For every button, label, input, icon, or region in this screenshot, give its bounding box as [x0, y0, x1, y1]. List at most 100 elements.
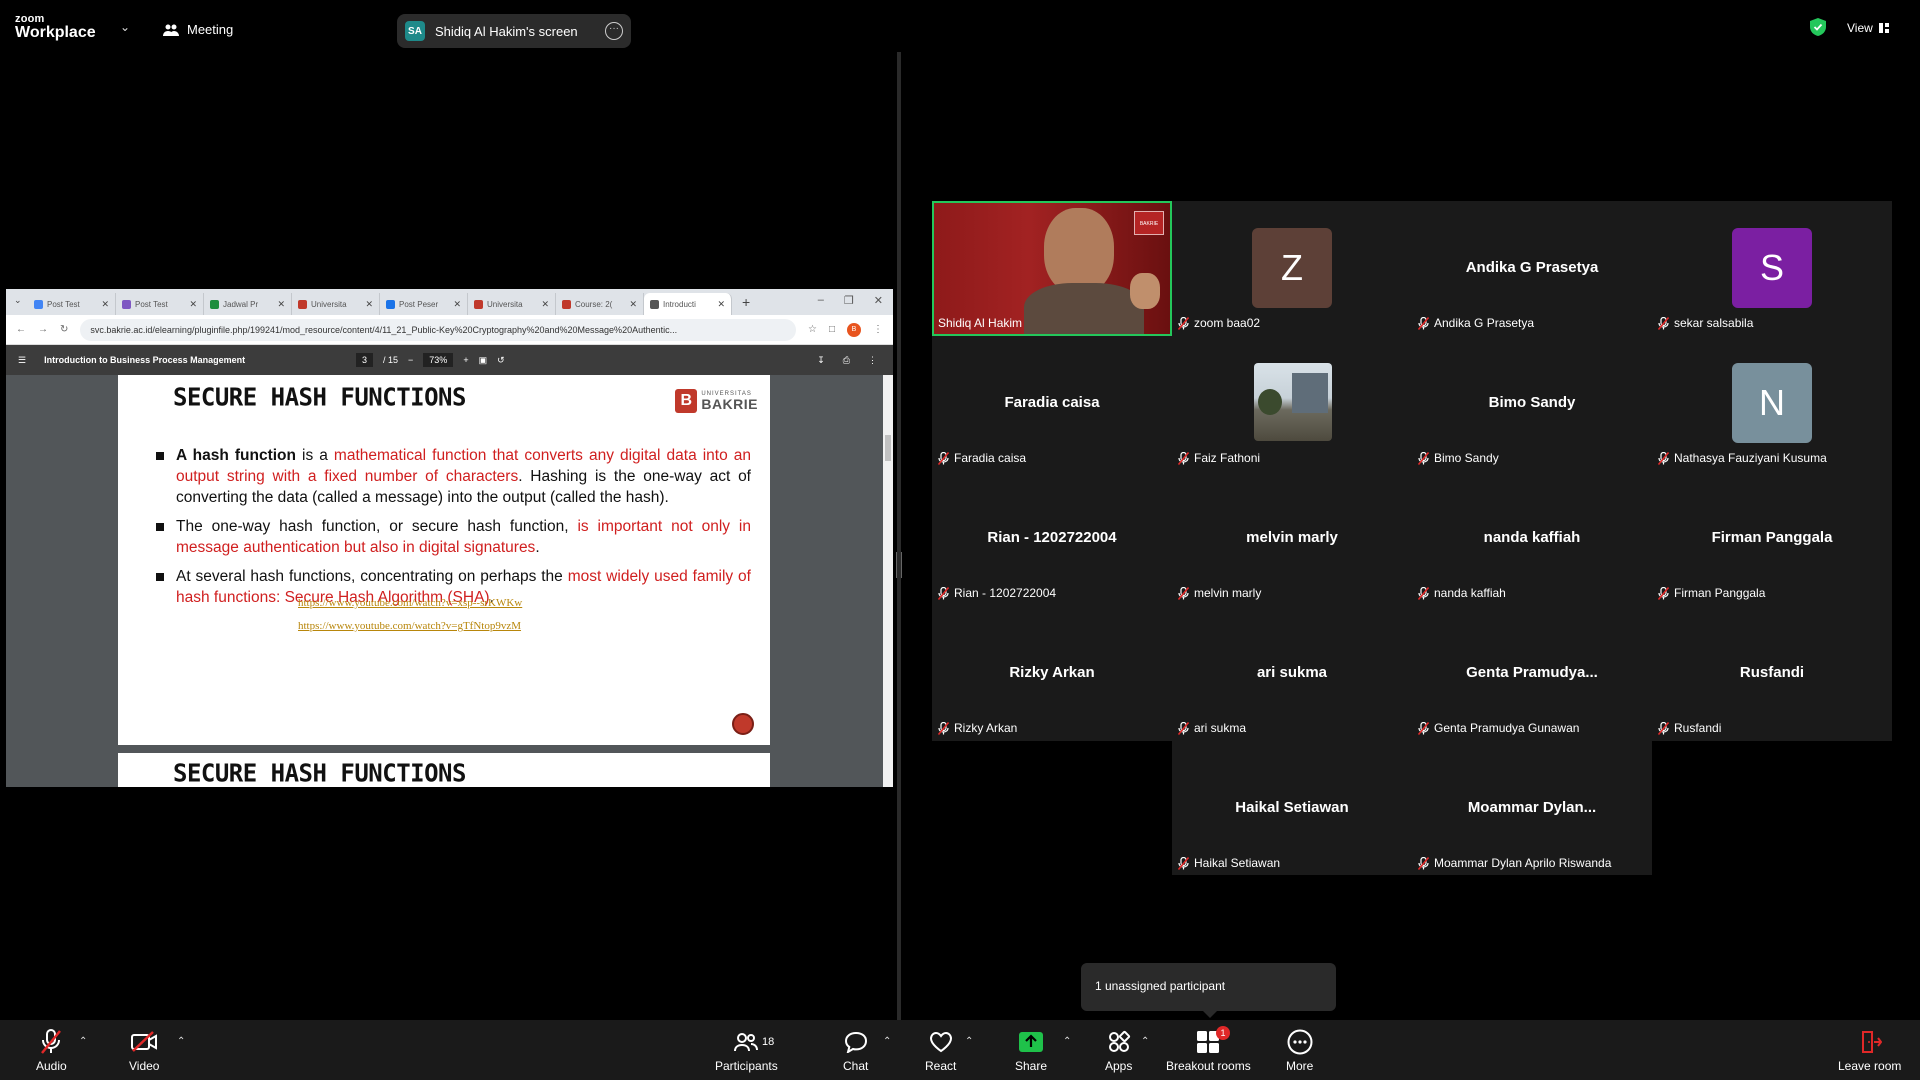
share-button[interactable]: Share — [1015, 1028, 1047, 1073]
unassigned-participant-popup[interactable]: 1 unassigned participant — [1081, 963, 1336, 1018]
participant-tile[interactable]: melvin marly melvin marly — [1172, 471, 1412, 606]
more-button[interactable]: More — [1286, 1028, 1313, 1073]
new-tab-icon[interactable]: + — [732, 294, 760, 310]
participant-tile[interactable]: Zzoom baa02 — [1172, 201, 1412, 336]
zoom-out-icon[interactable]: − — [408, 355, 413, 365]
browser-tab[interactable]: Introducti ✕ — [644, 293, 732, 315]
participant-label: Rusfandi — [1657, 721, 1721, 735]
video-options-caret[interactable]: ⌃ — [177, 1036, 185, 1047]
zoom-logo[interactable]: zoom Workplace — [15, 14, 96, 41]
breakout-rooms-button[interactable]: Breakout rooms — [1166, 1028, 1251, 1073]
close-icon[interactable]: ✕ — [874, 294, 883, 307]
page-total: / 15 — [383, 355, 399, 365]
zoom-in-icon[interactable]: + — [463, 355, 468, 365]
screen-share-indicator[interactable]: SA Shidiq Al Hakim's screen ··· — [397, 14, 631, 48]
more-icon — [1287, 1029, 1313, 1055]
video-button[interactable]: Video — [129, 1028, 159, 1073]
participant-tile[interactable]: Rizky Arkan Rizky Arkan — [932, 606, 1172, 741]
participant-tile[interactable]: nanda kaffiah nanda kaffiah — [1412, 471, 1652, 606]
tab-close-icon[interactable]: ✕ — [453, 299, 461, 310]
browser-tab[interactable]: Course: 2(✕ — [556, 293, 644, 315]
participant-gallery: BAKRIE Shidiq Al Hakim Zzoom baa02 Andika G… — [932, 201, 1892, 741]
security-shield-icon[interactable] — [1810, 18, 1826, 36]
participant-tile[interactable]: Ssekar salsabila — [1652, 201, 1892, 336]
tab-close-icon[interactable]: ✕ — [541, 299, 549, 310]
tab-close-icon[interactable]: ✕ — [277, 299, 285, 310]
audio-button[interactable]: Audio — [36, 1028, 67, 1073]
chat-button[interactable]: Chat — [843, 1028, 868, 1073]
browser-tab[interactable]: Post Test ✕ — [116, 293, 204, 315]
split-drag-handle[interactable] — [896, 552, 902, 578]
apps-options-caret[interactable]: ⌃ — [1141, 1036, 1149, 1047]
tab-close-icon[interactable]: ✕ — [101, 299, 109, 310]
participant-tile[interactable]: Faiz Fathoni — [1172, 336, 1412, 471]
browser-tab[interactable]: Universita ✕ — [292, 293, 380, 315]
reload-icon[interactable]: ↻ — [60, 324, 68, 335]
participant-tile[interactable]: ari sukma ari sukma — [1172, 606, 1412, 741]
minimize-icon[interactable]: – — [818, 294, 824, 307]
rotate-icon[interactable]: ↺ — [497, 355, 505, 366]
profile-avatar[interactable]: B — [847, 322, 861, 337]
tab-close-icon[interactable]: ✕ — [629, 299, 637, 310]
participant-tile[interactable]: Bimo Sandy Bimo Sandy — [1412, 336, 1652, 471]
browser-tab[interactable]: Jadwal Pr ✕ — [204, 293, 292, 315]
split-divider[interactable] — [897, 52, 901, 1020]
chat-options-caret[interactable]: ⌃ — [883, 1036, 891, 1047]
react-button[interactable]: React — [925, 1028, 956, 1073]
pdf-toolbar: ☰ Introduction to Business Process Manag… — [6, 345, 893, 375]
pdf-menu-icon[interactable]: ☰ — [18, 355, 26, 366]
pdf-more-icon[interactable]: ⋮ — [868, 355, 877, 366]
participant-tile[interactable]: Faradia caisa Faradia caisa — [932, 336, 1172, 471]
video-link-2[interactable]: https://www.youtube.com/watch?v=gTfNtop9… — [298, 620, 521, 632]
participant-tile[interactable]: Genta Pramudya... Genta Pramudya Gunawan — [1412, 606, 1652, 741]
participant-tile[interactable]: Moammar Dylan... Moammar Dylan Aprilo Ris… — [1412, 741, 1652, 876]
restore-icon[interactable]: ❐ — [844, 294, 854, 307]
react-label: React — [925, 1059, 957, 1073]
share-options-caret[interactable]: ⌃ — [1063, 1036, 1071, 1047]
more-options-icon[interactable]: ··· — [605, 22, 623, 40]
meeting-info-button[interactable]: Meeting — [163, 22, 233, 37]
bullet-2-text2: . — [535, 539, 540, 556]
participant-avatar: Z — [1252, 228, 1332, 308]
extensions-icon[interactable]: □ — [829, 324, 835, 335]
video-link-1[interactable]: https://www.youtube.com/watch?v=xsp--srK… — [298, 597, 522, 609]
tab-close-icon[interactable]: ✕ — [717, 299, 725, 310]
pdf-page: SECURE HASH FUNCTIONS B UNIVERSITAS BAKR… — [118, 375, 770, 745]
participant-name-center: Haikal Setiawan — [1235, 799, 1349, 816]
star-icon[interactable]: ☆ — [808, 324, 817, 335]
view-button[interactable]: View — [1847, 21, 1889, 35]
tab-search-icon[interactable]: ⌄ — [14, 295, 22, 306]
sharer-avatar: SA — [405, 21, 425, 41]
participant-tile[interactable]: Rian - 1202722004 Rian - 1202722004 — [932, 471, 1172, 606]
participant-tile[interactable]: Rusfandi Rusfandi — [1652, 606, 1892, 741]
leave-room-button[interactable]: Leave room — [1838, 1028, 1901, 1073]
chevron-down-icon[interactable]: ⌄ — [120, 20, 130, 34]
back-icon[interactable]: ← — [16, 324, 26, 335]
participants-button[interactable]: Participants — [715, 1028, 778, 1073]
tab-close-icon[interactable]: ✕ — [365, 299, 373, 310]
browser-tab[interactable]: Post Peser ✕ — [380, 293, 468, 315]
fit-page-icon[interactable]: ▣ — [479, 355, 488, 366]
print-icon[interactable]: ⎙ — [843, 355, 850, 366]
browser-tab[interactable]: Universita ✕ — [468, 293, 556, 315]
browser-menu-icon[interactable]: ⋮ — [873, 324, 883, 335]
participant-tile[interactable]: Andika G Prasetya Andika G Prasetya — [1412, 201, 1652, 336]
audio-options-caret[interactable]: ⌃ — [79, 1036, 87, 1047]
download-icon[interactable]: ↧ — [817, 355, 825, 366]
scrollbar-thumb[interactable] — [885, 435, 891, 461]
page-number-input[interactable]: 3 — [356, 353, 374, 367]
forward-icon[interactable]: → — [38, 324, 48, 335]
apps-button[interactable]: Apps — [1105, 1028, 1132, 1073]
zoom-level[interactable]: 73% — [423, 353, 454, 367]
participant-label-text: melvin marly — [1194, 586, 1262, 600]
pdf-viewer: SECURE HASH FUNCTIONS B UNIVERSITAS BAKR… — [6, 375, 893, 787]
browser-tab[interactable]: Post Test ✕ — [28, 293, 116, 315]
participant-tile[interactable]: N Nathasya Fauziyani Kusuma — [1652, 336, 1892, 471]
participant-tile[interactable]: Haikal Setiawan Haikal Setiawan — [1172, 741, 1412, 876]
url-field[interactable]: svc.bakrie.ac.id/elearning/pluginfile.ph… — [80, 318, 796, 341]
pdf-scrollbar[interactable] — [883, 375, 893, 787]
tab-close-icon[interactable]: ✕ — [189, 299, 197, 310]
react-options-caret[interactable]: ⌃ — [965, 1036, 973, 1047]
participant-tile[interactable]: Firman Panggala Firman Panggala — [1652, 471, 1892, 606]
participant-tile[interactable]: BAKRIE Shidiq Al Hakim — [932, 201, 1172, 336]
